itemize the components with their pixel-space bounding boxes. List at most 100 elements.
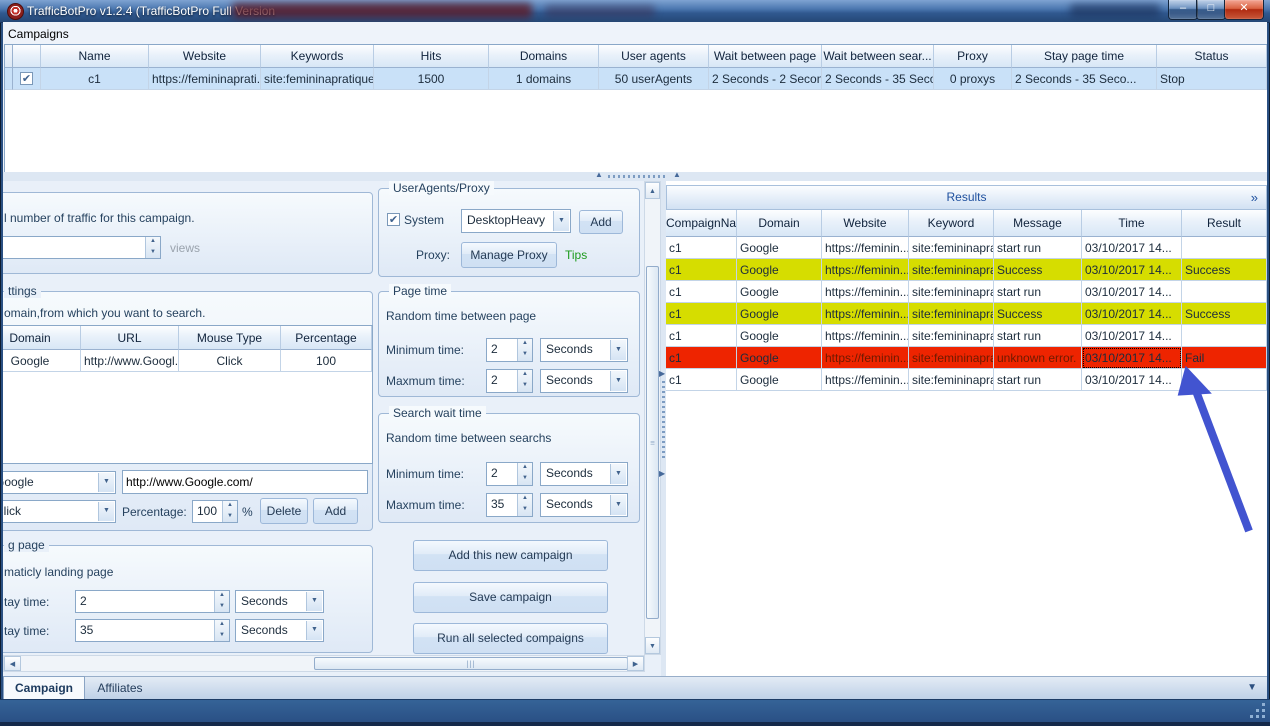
- chevron-down-icon[interactable]: ▼: [98, 473, 114, 492]
- column-header-website[interactable]: Website: [149, 45, 261, 68]
- resize-grip-icon[interactable]: [1262, 715, 1265, 718]
- chevron-down-icon[interactable]: ▼: [610, 371, 626, 391]
- tab-affiliates[interactable]: Affiliates: [85, 677, 155, 700]
- result-row[interactable]: c1 Google https://feminin... site:femini…: [666, 259, 1267, 281]
- spinner-arrows-icon[interactable]: ▲▼: [214, 591, 229, 612]
- add-useragent-button[interactable]: Add: [579, 210, 623, 234]
- campaign-checkbox[interactable]: ✔: [20, 72, 33, 85]
- run-all-button[interactable]: Run all selected compaigns: [413, 623, 608, 654]
- chevron-down-icon[interactable]: ▼: [610, 495, 626, 515]
- min-stay-spinner[interactable]: 2 ▲▼: [75, 590, 230, 613]
- add-url-button[interactable]: Add: [313, 498, 358, 524]
- chevron-down-icon[interactable]: ▼: [610, 464, 626, 484]
- percentage-spinner[interactable]: 100 ▲▼: [192, 500, 238, 523]
- url-input[interactable]: [123, 471, 367, 493]
- spinner-arrows-icon[interactable]: ▲▼: [517, 494, 532, 516]
- column-header-stay-time[interactable]: Stay page time: [1012, 45, 1157, 68]
- tab-campaign[interactable]: Campaign: [3, 676, 85, 700]
- column-header-proxy[interactable]: Proxy: [934, 45, 1012, 68]
- tips-link[interactable]: Tips: [565, 248, 587, 262]
- column-header-wait-search[interactable]: Wait between sear...: [822, 45, 934, 68]
- chevron-down-icon[interactable]: ▼: [553, 211, 569, 231]
- results-col-time[interactable]: Time: [1082, 210, 1182, 237]
- domains-col-domain[interactable]: Domain: [3, 326, 81, 350]
- vertical-scrollbar[interactable]: ▲ ≡ ▼: [644, 181, 661, 655]
- chevron-down-icon[interactable]: ▼: [98, 502, 114, 521]
- vertical-scroll-thumb[interactable]: ≡: [646, 266, 659, 619]
- useragent-select[interactable]: DesktopHeavy ▼: [461, 209, 571, 233]
- spinner-arrows-icon[interactable]: ▲▼: [517, 339, 532, 361]
- column-header-keywords[interactable]: Keywords: [261, 45, 374, 68]
- search-min-spinner[interactable]: 2 ▲▼: [486, 462, 533, 486]
- page-max-unit-select[interactable]: Seconds ▼: [540, 369, 628, 393]
- splitter-collapse-icon[interactable]: ▲: [595, 170, 603, 179]
- splitter-collapse-icon[interactable]: ▶: [659, 469, 665, 478]
- manage-proxy-button[interactable]: Manage Proxy: [461, 242, 557, 268]
- save-campaign-button[interactable]: Save campaign: [413, 582, 608, 613]
- scroll-left-icon[interactable]: ◀: [4, 656, 21, 671]
- max-stay-unit-select[interactable]: Seconds ▼: [235, 619, 324, 642]
- spinner-arrows-icon[interactable]: ▲▼: [517, 463, 532, 485]
- domains-col-url[interactable]: URL: [81, 326, 179, 350]
- collapse-panel-icon[interactable]: »: [1251, 186, 1258, 209]
- results-col-keyword[interactable]: Keyword: [909, 210, 994, 237]
- horizontal-scrollbar[interactable]: ◀ ||| ▶: [3, 655, 645, 672]
- column-header-domains[interactable]: Domains: [489, 45, 599, 68]
- chevron-down-icon[interactable]: ▼: [306, 621, 322, 640]
- page-min-spinner[interactable]: 2 ▲▼: [486, 338, 533, 362]
- results-col-campaign[interactable]: CompaignNa...: [666, 210, 737, 237]
- results-col-domain[interactable]: Domain: [737, 210, 822, 237]
- spinner-arrows-icon[interactable]: ▲▼: [222, 501, 237, 522]
- column-header-status[interactable]: Status: [1157, 45, 1267, 68]
- scroll-up-icon[interactable]: ▲: [645, 182, 660, 199]
- search-max-spinner[interactable]: 35 ▲▼: [486, 493, 533, 517]
- column-header-user-agents[interactable]: User agents: [599, 45, 709, 68]
- chevron-down-icon[interactable]: ▼: [610, 340, 626, 360]
- delete-button[interactable]: Delete: [260, 498, 308, 524]
- column-header-hits[interactable]: Hits: [374, 45, 489, 68]
- horizontal-splitter[interactable]: ▲ ▲: [3, 172, 1267, 181]
- min-stay-unit-select[interactable]: Seconds ▼: [235, 590, 324, 613]
- splitter-collapse-icon[interactable]: ▲: [673, 170, 681, 179]
- splitter-collapse-icon[interactable]: ▶: [659, 369, 665, 378]
- chevron-down-icon[interactable]: ▼: [1247, 682, 1257, 693]
- chevron-down-icon[interactable]: ▼: [306, 592, 322, 611]
- search-max-unit-select[interactable]: Seconds ▼: [540, 493, 628, 517]
- page-min-unit-select[interactable]: Seconds ▼: [540, 338, 628, 362]
- close-button[interactable]: ✕: [1224, 0, 1264, 20]
- spinner-arrows-icon[interactable]: ▲▼: [145, 237, 160, 258]
- result-row[interactable]: c1 Google https://feminin... site:femini…: [666, 303, 1267, 325]
- results-col-message[interactable]: Message: [994, 210, 1082, 237]
- results-col-website[interactable]: Website: [822, 210, 909, 237]
- domain-row[interactable]: Google http://www.Googl... Click 100: [3, 350, 372, 372]
- traffic-views-spinner[interactable]: ▲▼: [3, 236, 161, 259]
- column-header-wait-page[interactable]: Wait between page: [709, 45, 822, 68]
- campaign-row[interactable]: ✔ c1 https://femininaprati... site:femin…: [5, 68, 1267, 90]
- search-min-unit-select[interactable]: Seconds ▼: [540, 462, 628, 486]
- scroll-down-icon[interactable]: ▼: [645, 637, 660, 654]
- page-max-spinner[interactable]: 2 ▲▼: [486, 369, 533, 393]
- domains-col-mousetype[interactable]: Mouse Type: [179, 326, 281, 350]
- column-header-name[interactable]: Name: [41, 45, 149, 68]
- focused-cell: 03/10/2017 14...: [1082, 347, 1182, 369]
- domain-select[interactable]: Google ▼: [3, 471, 116, 494]
- system-checkbox[interactable]: ✔: [387, 213, 400, 226]
- max-stay-spinner[interactable]: 35 ▲▼: [75, 619, 230, 642]
- result-row[interactable]: c1 Google https://feminin... site:femini…: [666, 325, 1267, 347]
- mousetype-select[interactable]: Click ▼: [3, 500, 116, 523]
- scroll-right-icon[interactable]: ▶: [627, 656, 644, 671]
- add-campaign-button[interactable]: Add this new campaign: [413, 540, 608, 571]
- campaign-staytime-cell: 2 Seconds - 35 Seco...: [1012, 68, 1157, 90]
- results-col-result[interactable]: Result: [1182, 210, 1267, 237]
- horizontal-scroll-thumb[interactable]: |||: [314, 657, 628, 670]
- spinner-arrows-icon[interactable]: ▲▼: [517, 370, 532, 392]
- status-bar: [0, 699, 1270, 722]
- minimize-button[interactable]: –: [1168, 0, 1198, 20]
- spinner-arrows-icon[interactable]: ▲▼: [214, 620, 229, 641]
- domains-col-percentage[interactable]: Percentage: [281, 326, 372, 350]
- maximize-button[interactable]: □: [1196, 0, 1226, 20]
- column-header-checkbox[interactable]: [13, 45, 41, 68]
- percent-sign: %: [242, 505, 253, 519]
- result-row[interactable]: c1 Google https://feminin... site:femini…: [666, 281, 1267, 303]
- result-row[interactable]: c1 Google https://feminin... site:femini…: [666, 237, 1267, 259]
